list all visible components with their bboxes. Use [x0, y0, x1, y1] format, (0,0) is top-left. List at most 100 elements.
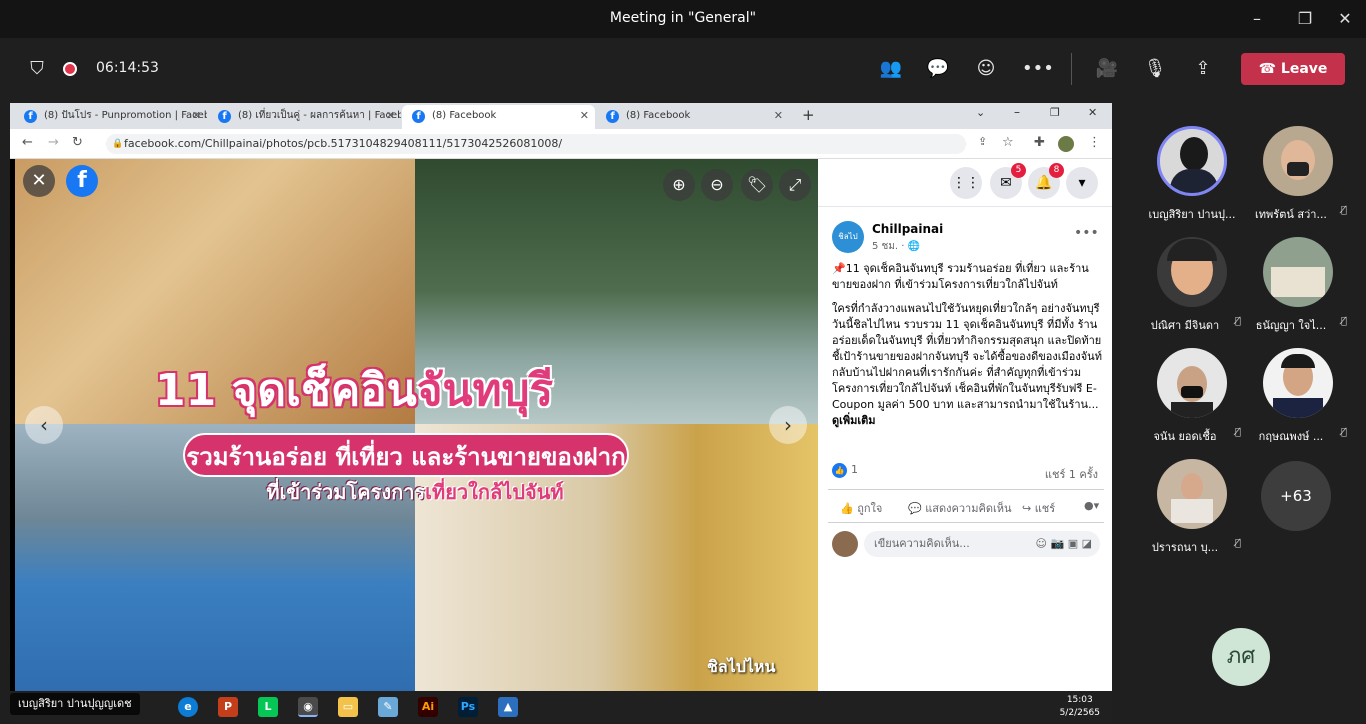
forward-icon[interactable]: →: [48, 135, 59, 150]
chat-icon[interactable]: 💬: [925, 56, 951, 82]
edge-icon[interactable]: e: [178, 697, 198, 717]
post-time[interactable]: 5 ชม. · 🌐: [872, 239, 920, 254]
participant-avatar: [1157, 348, 1227, 418]
participant-tile[interactable]: กฤษณพงษ์ ... 🎙̸: [1243, 348, 1353, 458]
share-button[interactable]: ↪ แชร์: [1022, 499, 1055, 517]
shield-icon[interactable]: ⛉: [24, 56, 50, 82]
mic-off-icon: 🎙̸: [1341, 316, 1348, 327]
camera-off-icon[interactable]: 🎥: [1094, 56, 1120, 82]
participant-tile[interactable]: จนัน ยอดเชื้อ 🎙̸: [1137, 348, 1247, 458]
file-explorer-icon[interactable]: ▭: [338, 697, 358, 717]
reload-icon[interactable]: ↻: [72, 135, 83, 150]
url-input[interactable]: 🔒 facebook.com/Chillpainai/photos/pcb.517…: [106, 134, 966, 154]
tab-close-icon[interactable]: ✕: [580, 105, 589, 127]
participant-tile[interactable]: เบญสิริยา ปานปุ...: [1137, 126, 1247, 236]
shared-screen: f(8) ปันโปร - Punpromotion | Facebook✕ f…: [10, 103, 1112, 723]
post-actions: 👍 ถูกใจ 💬 แสดงความคิดเห็น ↪ แชร์ ●▾: [828, 489, 1104, 523]
meeting-timer: 06:14:53: [96, 60, 159, 76]
like-button[interactable]: 👍 ถูกใจ: [840, 499, 882, 517]
mic-off-icon: 🎙̸: [1235, 316, 1242, 327]
maximize-icon[interactable]: ❐: [1050, 106, 1060, 119]
self-avatar[interactable]: ภศ: [1212, 628, 1270, 686]
close-icon[interactable]: ✕: [1334, 8, 1356, 30]
browser-tab[interactable]: f (8) Facebook ✕: [596, 105, 789, 129]
photo-watermark: ชิลไปไหน: [707, 657, 776, 676]
like-count[interactable]: 👍 1: [832, 463, 858, 478]
browser-menu-icon[interactable]: ⋮: [1088, 135, 1101, 150]
zoom-out-icon[interactable]: ⊖: [701, 169, 733, 201]
comment-tool-icons[interactable]: ☺ 📷 ▣ ◪: [1036, 531, 1092, 557]
fullscreen-icon[interactable]: ⤢: [779, 169, 811, 201]
share-screen-icon[interactable]: ⇪: [1190, 56, 1216, 82]
more-participants-button[interactable]: +63: [1261, 461, 1331, 531]
photos-icon[interactable]: ▲: [498, 697, 518, 717]
page-name[interactable]: Chillpainai: [872, 222, 943, 236]
line-icon[interactable]: L: [258, 697, 278, 717]
participant-tile[interactable]: ธนัญญา ใจไ... 🎙̸: [1243, 237, 1353, 347]
people-icon[interactable]: 👥: [878, 56, 904, 82]
close-icon[interactable]: ✕: [1088, 106, 1097, 119]
reaction-avatar-dropdown[interactable]: ●▾: [1084, 499, 1099, 512]
taskbar-clock[interactable]: 15:03 5/2/2565: [1060, 694, 1100, 720]
previous-photo-icon[interactable]: ‹: [25, 406, 63, 444]
share-count[interactable]: แชร์ 1 ครั้ง: [1045, 465, 1098, 483]
participant-avatar: [1157, 126, 1227, 196]
participant-tile[interactable]: ปณิศา มีจินดา 🎙̸: [1137, 237, 1247, 347]
profile-avatar[interactable]: [1058, 136, 1074, 152]
tab-close-icon[interactable]: ✕: [386, 105, 395, 127]
messenger-icon[interactable]: ✉ 5: [990, 163, 1026, 199]
post-options-icon[interactable]: •••: [1074, 225, 1099, 241]
zoom-in-icon[interactable]: ⊕: [663, 169, 695, 201]
facebook-logo-icon[interactable]: f: [66, 165, 98, 197]
participant-tile[interactable]: เทพรัตน์ สว่า... 🎙̸: [1243, 126, 1353, 236]
new-tab-icon[interactable]: +: [802, 106, 815, 124]
participant-name: จนัน ยอดเชื้อ: [1153, 430, 1217, 443]
back-icon[interactable]: ←: [22, 135, 33, 150]
mic-off-icon: 🎙̸: [1341, 427, 1348, 438]
extensions-icon[interactable]: ✚: [1034, 135, 1045, 150]
menu-grid-icon[interactable]: ⋮⋮: [950, 167, 982, 199]
maximize-icon[interactable]: ❐: [1294, 8, 1316, 30]
tag-icon[interactable]: 🏷: [741, 169, 773, 201]
page-avatar[interactable]: ชิลไปไหน: [832, 221, 864, 273]
photoshop-icon[interactable]: Ps: [458, 697, 478, 717]
account-dropdown-icon[interactable]: ▾: [1066, 167, 1098, 199]
next-photo-icon[interactable]: ›: [769, 406, 807, 444]
photo-tagline: ที่เข้าร่วมโครงการเที่ยวใกล้ไปจันท์: [266, 480, 564, 504]
lock-icon: 🔒: [112, 139, 124, 149]
tab-close-icon[interactable]: ✕: [192, 105, 201, 127]
participant-avatar: [1263, 126, 1333, 196]
recording-icon: [57, 56, 83, 82]
divider: [1071, 53, 1072, 85]
tab-search-icon[interactable]: ⌄: [976, 106, 985, 119]
minimize-icon[interactable]: –: [1014, 105, 1020, 119]
browser-tab[interactable]: f(8) เที่ยวเป็นคู่ - ผลการค้นหา | Facebo…: [208, 105, 401, 129]
see-more-link[interactable]: ดูเพิ่มเติม: [832, 414, 876, 427]
notes-icon[interactable]: ✎: [378, 697, 398, 717]
window-title-bar: Meeting in "General" – ❐ ✕: [0, 0, 1366, 38]
comment-button[interactable]: 💬 แสดงความคิดเห็น: [908, 499, 1012, 517]
reactions-icon[interactable]: ☺: [973, 56, 999, 82]
chrome-icon[interactable]: ◉: [298, 697, 318, 717]
comment-input[interactable]: เขียนความคิดเห็น... ☺ 📷 ▣ ◪: [864, 531, 1100, 557]
bookmark-star-icon[interactable]: ☆: [1002, 135, 1014, 150]
minimize-icon[interactable]: –: [1246, 8, 1268, 30]
notifications-icon[interactable]: 🔔 8: [1028, 163, 1064, 199]
photo-viewer[interactable]: 11 จุดเช็คอินจันทบุรี รวมร้านอร่อย ที่เท…: [15, 159, 818, 691]
browser-tab[interactable]: f(8) ปันโปร - Punpromotion | Facebook✕: [14, 105, 207, 129]
participant-tile[interactable]: ปรารถนา บุ... 🎙̸: [1137, 459, 1247, 569]
presenter-name-label: เบญสิริยา ปานปุญญเดช: [10, 693, 140, 715]
photo-headline: 11 จุดเช็คอินจันทบุรี: [155, 365, 554, 416]
mic-off-icon[interactable]: 🎙: [1142, 56, 1168, 82]
post-paragraph: ใครที่กำลังวางแพลนไปใช้วันหยุดเที่ยวใกล้…: [832, 302, 1102, 427]
tab-close-icon[interactable]: ✕: [774, 105, 783, 127]
illustrator-icon[interactable]: Ai: [418, 697, 438, 717]
commenter-avatar[interactable]: [832, 531, 858, 557]
share-icon[interactable]: ⇪: [978, 135, 987, 148]
powerpoint-icon[interactable]: P: [218, 697, 238, 717]
browser-tab-active[interactable]: f (8) Facebook ✕: [402, 105, 595, 129]
leave-button[interactable]: ☎ Leave: [1241, 53, 1345, 85]
more-actions-icon[interactable]: •••: [1022, 56, 1054, 82]
facebook-top-bar: ⋮⋮ ✉ 5 🔔 8 ▾: [818, 159, 1112, 207]
close-viewer-icon[interactable]: ✕: [23, 165, 55, 197]
